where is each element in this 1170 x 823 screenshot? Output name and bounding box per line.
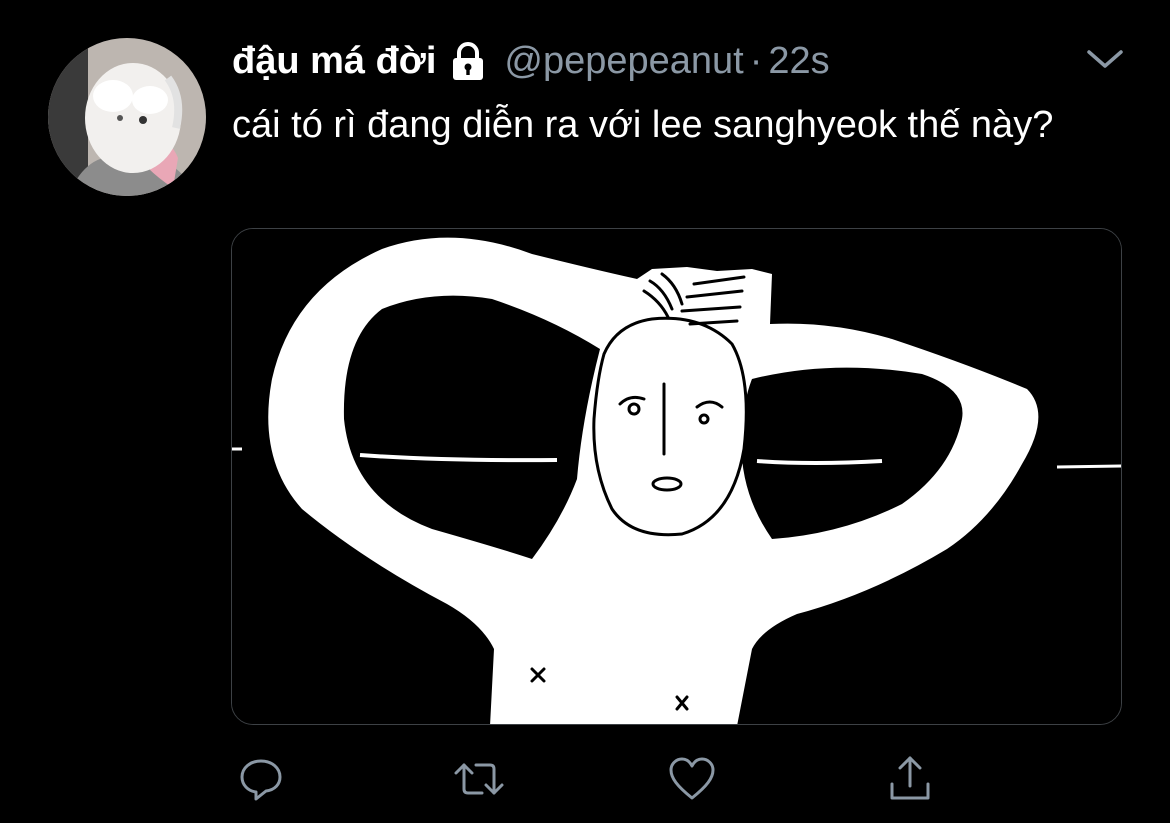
share-icon[interactable] (883, 752, 937, 806)
retweet-icon[interactable] (452, 752, 506, 806)
avatar[interactable] (48, 38, 206, 196)
tweet-text: cái tó rì đang diễn ra với lee sanghyeok… (232, 104, 1054, 146)
tweet-actions (0, 752, 1170, 812)
heart-icon[interactable] (665, 752, 719, 806)
tweet-header: đậu má đời @pepepeanut · 22s (232, 36, 830, 86)
separator-dot: · (749, 39, 763, 82)
reply-icon[interactable] (234, 752, 288, 806)
timestamp[interactable]: 22s (768, 40, 829, 83)
display-name[interactable]: đậu má đời (232, 40, 436, 83)
tweet[interactable]: đậu má đời @pepepeanut · 22s cái tó rì đ… (0, 0, 1170, 823)
lock-icon (450, 41, 486, 81)
chevron-down-icon[interactable] (1085, 44, 1125, 74)
user-handle[interactable]: @pepepeanut (504, 40, 743, 83)
tweet-media-image[interactable] (231, 228, 1122, 725)
